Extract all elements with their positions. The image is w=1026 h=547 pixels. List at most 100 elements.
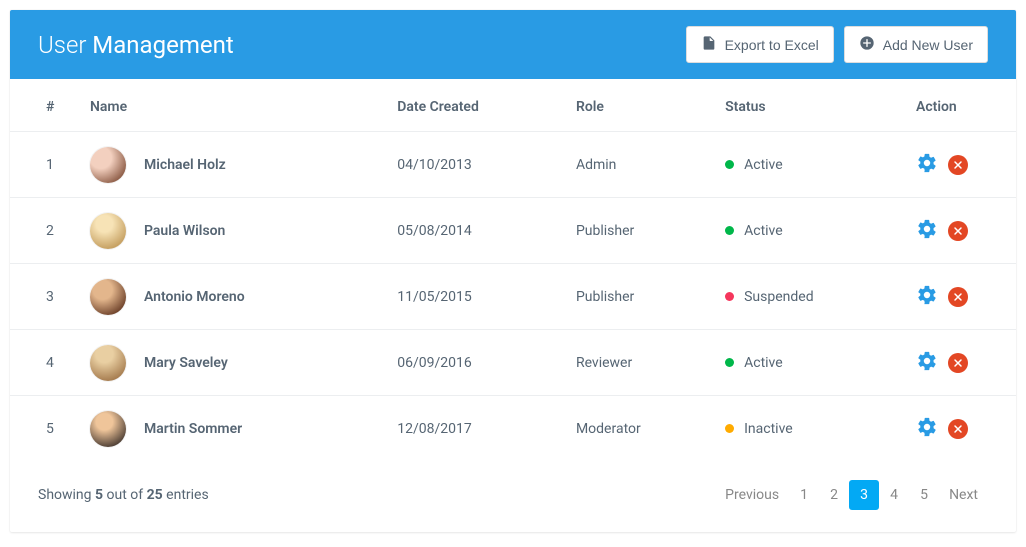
- column-header: Action: [906, 79, 1016, 132]
- delete-icon[interactable]: [948, 353, 968, 373]
- pagination-page[interactable]: 2: [819, 480, 849, 510]
- status-text: Active: [744, 355, 783, 371]
- user-management-card: User Management Export to Excel Add New …: [10, 10, 1016, 532]
- summary-mid: out of: [103, 487, 147, 503]
- role: Reviewer: [566, 330, 715, 396]
- settings-icon[interactable]: [916, 284, 938, 310]
- header-actions: Export to Excel Add New User: [686, 26, 988, 63]
- status-text: Inactive: [744, 421, 793, 437]
- card-header: User Management Export to Excel Add New …: [10, 10, 1016, 79]
- status-text: Active: [744, 223, 783, 239]
- avatar: [90, 213, 126, 249]
- column-header: Role: [566, 79, 715, 132]
- row-index: 4: [10, 330, 80, 396]
- row-index: 3: [10, 264, 80, 330]
- export-excel-label: Export to Excel: [725, 37, 819, 53]
- card-footer: Showing 5 out of 25 entries Previous1234…: [10, 462, 1016, 532]
- settings-icon[interactable]: [916, 152, 938, 178]
- status-cell: Active: [715, 330, 906, 396]
- users-table: #NameDate CreatedRoleStatusAction 1 Micha…: [10, 79, 1016, 462]
- pagination-page[interactable]: 3: [849, 480, 879, 510]
- summary-total: 25: [147, 487, 163, 503]
- pagination-next[interactable]: Next: [939, 480, 988, 510]
- column-header: #: [10, 79, 80, 132]
- table-row: 5 Martin Sommer 12/08/2017Moderator Inactiv…: [10, 396, 1016, 462]
- pagination-previous[interactable]: Previous: [715, 480, 789, 510]
- page-title: User Management: [38, 31, 234, 59]
- delete-icon[interactable]: [948, 221, 968, 241]
- table-header-row: #NameDate CreatedRoleStatusAction: [10, 79, 1016, 132]
- status-text: Suspended: [744, 289, 814, 305]
- status-dot-icon: [725, 160, 734, 169]
- summary-shown: 5: [95, 487, 103, 503]
- status-cell: Suspended: [715, 264, 906, 330]
- pagination-page[interactable]: 5: [909, 480, 939, 510]
- user-name-link[interactable]: Mary Saveley: [144, 355, 228, 371]
- status-dot-icon: [725, 292, 734, 301]
- delete-icon[interactable]: [948, 155, 968, 175]
- add-user-label: Add New User: [883, 37, 973, 53]
- entries-summary: Showing 5 out of 25 entries: [38, 487, 209, 503]
- status-cell: Active: [715, 198, 906, 264]
- add-user-button[interactable]: Add New User: [844, 26, 988, 63]
- status-dot-icon: [725, 424, 734, 433]
- settings-icon[interactable]: [916, 218, 938, 244]
- table-body: 1Michael Holz04/10/2013AdminActive2Paula…: [10, 132, 1016, 462]
- column-header: Status: [715, 79, 906, 132]
- export-excel-button[interactable]: Export to Excel: [686, 26, 834, 63]
- role: Moderator: [566, 396, 715, 462]
- name-cell-wrap: Mary Saveley: [80, 330, 387, 396]
- pagination-page[interactable]: 4: [879, 480, 909, 510]
- file-icon: [701, 35, 717, 54]
- status-cell: Inactive: [715, 396, 906, 462]
- title-bold: Management: [92, 31, 233, 59]
- row-index: 2: [10, 198, 80, 264]
- action-cell: [906, 198, 1016, 264]
- table-row: 2 Paula Wilson 05/08/2014Publisher Active: [10, 198, 1016, 264]
- name-cell-wrap: Antonio Moreno: [80, 264, 387, 330]
- date-created: 11/05/2015: [387, 264, 566, 330]
- role: Publisher: [566, 264, 715, 330]
- delete-icon[interactable]: [948, 419, 968, 439]
- row-index: 5: [10, 396, 80, 462]
- row-index: 1: [10, 132, 80, 198]
- table-row: 1Michael Holz04/10/2013AdminActive: [10, 132, 1016, 198]
- avatar: [90, 147, 126, 183]
- column-header: Name: [80, 79, 387, 132]
- summary-suffix: entries: [163, 487, 209, 503]
- summary-prefix: Showing: [38, 487, 95, 503]
- avatar: [90, 279, 126, 315]
- user-name-link[interactable]: Antonio Moreno: [144, 289, 245, 305]
- date-created: 12/08/2017: [387, 396, 566, 462]
- user-name-link[interactable]: Martin Sommer: [144, 421, 242, 437]
- status-dot-icon: [725, 226, 734, 235]
- date-created: 06/09/2016: [387, 330, 566, 396]
- table-row: 4 Mary Saveley 06/09/2016Reviewer Active: [10, 330, 1016, 396]
- date-created: 04/10/2013: [387, 132, 566, 198]
- action-cell: [906, 264, 1016, 330]
- title-light: User: [38, 31, 92, 59]
- pagination: Previous12345Next: [715, 480, 988, 510]
- avatar: [90, 345, 126, 381]
- settings-icon[interactable]: [916, 350, 938, 376]
- name-cell-wrap: Michael Holz: [80, 132, 387, 198]
- name-cell-wrap: Paula Wilson: [80, 198, 387, 264]
- date-created: 05/08/2014: [387, 198, 566, 264]
- settings-icon[interactable]: [916, 416, 938, 442]
- action-cell: [906, 330, 1016, 396]
- delete-icon[interactable]: [948, 287, 968, 307]
- table-row: 3 Antonio Moreno 11/05/2015Publisher Suspen…: [10, 264, 1016, 330]
- pagination-page[interactable]: 1: [789, 480, 819, 510]
- action-cell: [906, 396, 1016, 462]
- user-name-link[interactable]: Michael Holz: [144, 157, 226, 173]
- role: Publisher: [566, 198, 715, 264]
- status-cell: Active: [715, 132, 906, 198]
- column-header: Date Created: [387, 79, 566, 132]
- avatar: [90, 411, 126, 447]
- name-cell-wrap: Martin Sommer: [80, 396, 387, 462]
- status-text: Active: [744, 157, 783, 173]
- plus-circle-icon: [859, 35, 875, 54]
- user-name-link[interactable]: Paula Wilson: [144, 223, 225, 239]
- action-cell: [906, 132, 1016, 198]
- status-dot-icon: [725, 358, 734, 367]
